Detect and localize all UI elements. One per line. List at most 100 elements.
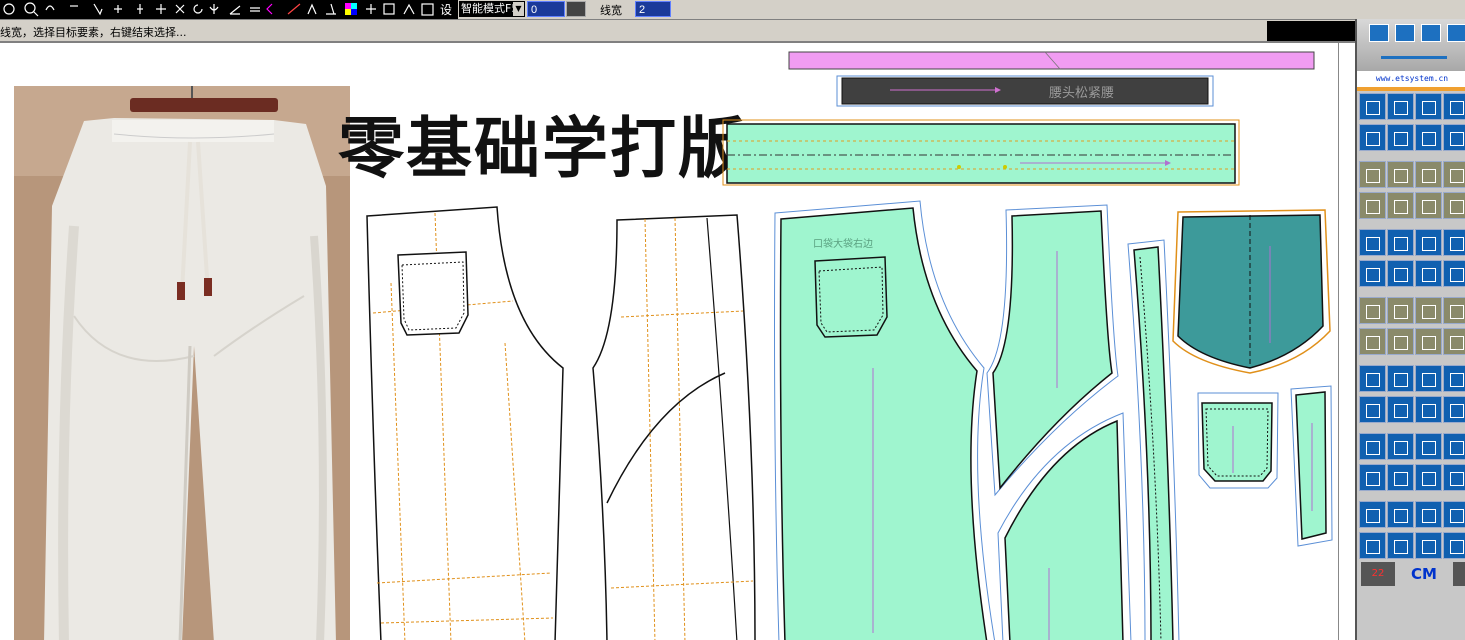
drawing-canvas[interactable]: 零基础学打版 腰头松紧腰 口袋大袋右边 [0,43,1355,640]
tool-button-icon[interactable] [1443,229,1465,256]
tool-button-icon[interactable] [1415,229,1442,256]
tool-button-icon[interactable] [1359,532,1386,559]
tool-button-icon[interactable] [1359,229,1386,256]
tool-glyph-icon [1449,472,1464,486]
tool-glyph-icon [1365,336,1380,350]
tool-button-icon[interactable] [1359,192,1386,219]
tool-button-icon[interactable] [1387,433,1414,460]
tool-button-icon[interactable] [1443,161,1465,188]
tool-button-icon[interactable] [1387,260,1414,287]
tool-glyph-icon [1449,336,1464,350]
line-width-input[interactable]: 2 [635,1,671,17]
tool-button-icon[interactable] [1443,124,1465,151]
tool-glyph-icon [1449,404,1464,418]
tool-button-icon[interactable] [1359,433,1386,460]
tool-button-icon[interactable] [1359,161,1386,188]
tool-glyph-icon [1421,101,1436,115]
tool-button-icon[interactable] [1443,464,1465,491]
loop-strip-piece [1295,391,1327,540]
tool-button-icon[interactable] [1387,328,1414,355]
tool-button-icon[interactable] [1443,532,1465,559]
tool-button-icon[interactable] [1359,501,1386,528]
tool-button-icon[interactable] [1359,93,1386,120]
tool-button-icon[interactable] [1387,124,1414,151]
tool-button-icon[interactable] [1415,93,1442,120]
tool-button-icon[interactable] [1443,433,1465,460]
tool-button-icon[interactable] [1443,501,1465,528]
tool-button-icon[interactable] [1387,229,1414,256]
tool-glyph-icon [1449,509,1464,523]
tool-button-icon[interactable] [1415,124,1442,151]
tool-button-icon[interactable] [1443,192,1465,219]
drawing-tools-icons[interactable]: 设 [0,0,458,19]
tool-icon-strip[interactable]: 设 [0,0,458,19]
tool-button-icon[interactable] [1359,260,1386,287]
tool-glyph-icon [1421,268,1436,282]
calculator-icon[interactable] [1453,562,1465,586]
pocket-note: 口袋大袋右边 [813,237,873,250]
mode-select-value: 智能模式F5 [461,2,519,15]
tool-button-icon[interactable] [1415,192,1442,219]
tool-button-icon[interactable] [1443,260,1465,287]
tool-glyph-icon [1393,268,1408,282]
chevron-down-icon[interactable]: ▼ [513,2,524,16]
tool-button-icon[interactable] [1387,365,1414,392]
right-tool-panel: www.etsystem.cn 22 CM [1355,19,1465,640]
panel-footer: 22 CM [1357,560,1465,588]
tool-button-icon[interactable] [1387,464,1414,491]
tool-button-icon[interactable] [1415,260,1442,287]
tool-button-icon[interactable] [1359,124,1386,151]
pattern-layout[interactable]: 腰头松紧腰 口袋大袋右边 [355,43,1355,640]
line-width-label: 线宽 [600,4,622,17]
unit-button[interactable]: CM [1397,562,1451,586]
tool-button-icon[interactable] [1415,464,1442,491]
tool-glyph-icon [1365,132,1380,146]
mode-select[interactable]: 智能模式F5 ▼ [459,1,525,17]
tool-glyph-icon [1365,169,1380,183]
tool-button-icon[interactable] [1387,161,1414,188]
tool-button-icon[interactable] [1443,297,1465,324]
tool-glyph-icon [1421,237,1436,251]
tool-button-icon[interactable] [1359,297,1386,324]
tool-button-icon[interactable] [1415,396,1442,423]
tool-glyph-icon [1393,169,1408,183]
counter-display: 22 [1361,562,1395,586]
tool-glyph-icon [1421,404,1436,418]
tool-button-icon[interactable] [1415,532,1442,559]
tool-button-icon[interactable] [1359,365,1386,392]
tool-button-icon[interactable] [1443,396,1465,423]
tool-button-icon[interactable] [1359,396,1386,423]
tool-glyph-icon [1449,540,1464,554]
tool-glyph-icon [1365,404,1380,418]
tool-glyph-icon [1393,540,1408,554]
tool-glyph-icon [1393,472,1408,486]
slider-bar[interactable] [1381,56,1447,59]
tool-button-icon[interactable] [1415,328,1442,355]
tool-button-icon[interactable] [1359,328,1386,355]
tool-button-icon[interactable] [1415,433,1442,460]
tool-button-icon[interactable] [1359,464,1386,491]
curve-icon[interactable] [1395,24,1415,42]
value-input[interactable]: 0 [527,1,565,17]
tool-button-icon[interactable] [1387,297,1414,324]
tool-button-icon[interactable] [1415,297,1442,324]
tool-button-icon[interactable] [1415,161,1442,188]
tool-glyph-icon [1421,336,1436,350]
tool-button-icon[interactable] [1415,365,1442,392]
settings-icon[interactable] [1421,24,1441,42]
tool-button-icon[interactable] [1443,365,1465,392]
tool-button-icon[interactable] [1443,328,1465,355]
tool-button-icon[interactable] [1387,532,1414,559]
tool-glyph-icon [1365,101,1380,115]
tool-button-icon[interactable] [1387,501,1414,528]
tool-glyph-icon [1393,509,1408,523]
print-icon[interactable] [1447,24,1465,42]
tool-button-icon[interactable] [1387,93,1414,120]
tool-button-icon[interactable] [1415,501,1442,528]
tool-button-icon[interactable] [1387,192,1414,219]
waistband-facing-piece [726,123,1236,184]
tool-button-icon[interactable] [1443,93,1465,120]
snap-toggle-button[interactable] [566,1,586,17]
tool-button-icon[interactable] [1387,396,1414,423]
layout-icon[interactable] [1369,24,1389,42]
